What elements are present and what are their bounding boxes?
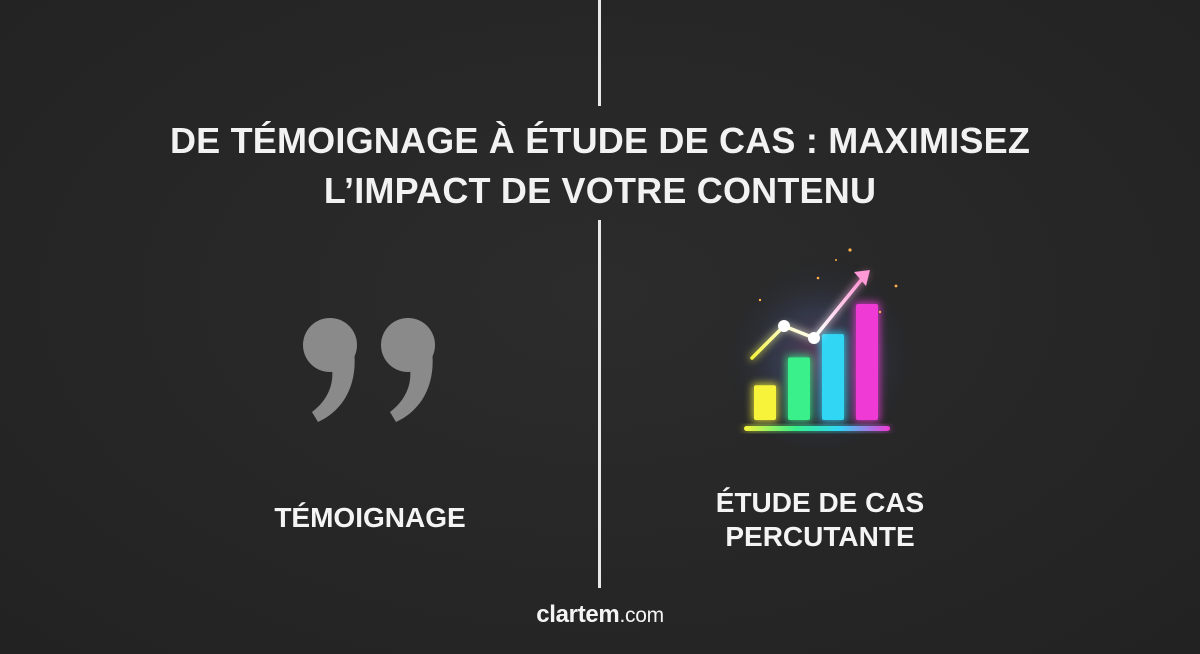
testimonial-label: TÉMOIGNAGE bbox=[274, 502, 466, 533]
rising-bar-chart-icon bbox=[725, 248, 915, 450]
brand-tld: .com bbox=[619, 604, 664, 627]
infographic-canvas: DE TÉMOIGNAGE À ÉTUDE DE CAS : MAXIMISEZ… bbox=[0, 0, 1200, 654]
headline-line-2: L’IMPACT DE VOTRE CONTENU bbox=[323, 170, 877, 211]
brand-footer: clartem.com bbox=[0, 600, 1200, 631]
headline: DE TÉMOIGNAGE À ÉTUDE DE CAS : MAXIMISEZ… bbox=[0, 116, 1200, 216]
chart-bar bbox=[822, 334, 844, 420]
chart-bar bbox=[856, 304, 878, 420]
brand-name: clartem bbox=[536, 601, 620, 628]
quote-mark-icon bbox=[303, 318, 435, 422]
trend-point bbox=[778, 320, 790, 332]
case-study-label-line-2: PERCUTANTE bbox=[725, 521, 915, 552]
chart-baseline bbox=[744, 426, 890, 431]
center-divider-top bbox=[598, 0, 601, 106]
trend-point bbox=[808, 332, 820, 344]
case-study-label-line-1: ÉTUDE DE CAS bbox=[715, 487, 925, 518]
chart-bar bbox=[754, 385, 776, 420]
chart-bar bbox=[788, 357, 810, 420]
case-study-label: ÉTUDE DE CAS PERCUTANTE bbox=[670, 486, 970, 554]
headline-line-1: DE TÉMOIGNAGE À ÉTUDE DE CAS : MAXIMISEZ bbox=[169, 120, 1031, 161]
center-divider-bottom bbox=[598, 220, 601, 588]
